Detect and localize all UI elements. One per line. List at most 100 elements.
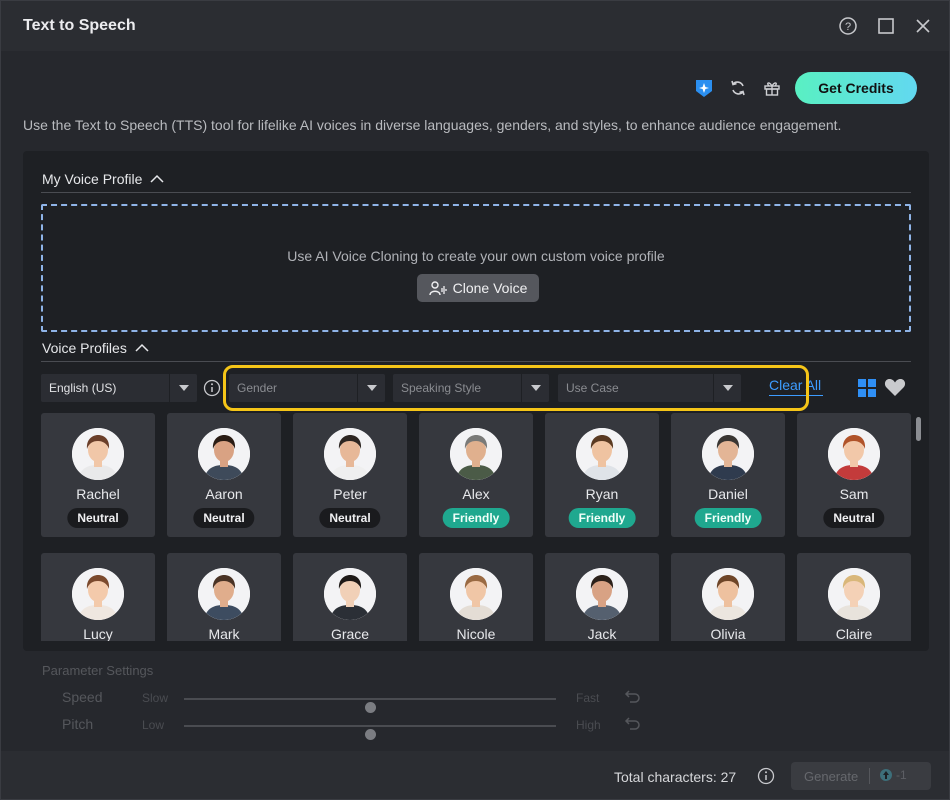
pitch-row: Pitch Low High xyxy=(62,716,662,740)
style-badge: Friendly xyxy=(442,508,510,528)
credit-icon xyxy=(880,769,892,781)
voice-card[interactable]: Alex Friendly xyxy=(419,413,533,537)
generate-button[interactable]: Generate -1 xyxy=(791,762,931,790)
style-badge: Friendly xyxy=(568,508,636,528)
style-badge: Neutral xyxy=(193,508,255,528)
voice-profiles-title: Voice Profiles xyxy=(42,340,127,356)
voice-card[interactable]: Grace xyxy=(293,553,407,641)
speed-slider[interactable] xyxy=(184,698,556,713)
voice-card[interactable]: Olivia xyxy=(671,553,785,641)
voice-name: Grace xyxy=(330,626,370,641)
svg-text:?: ? xyxy=(845,21,851,33)
chevron-up-icon xyxy=(135,343,149,352)
voice-card[interactable]: Aaron Neutral xyxy=(167,413,281,537)
voice-card[interactable]: Lucy xyxy=(41,553,155,641)
my-voice-profile-header[interactable]: My Voice Profile xyxy=(42,171,164,187)
voice-card[interactable]: Ryan Friendly xyxy=(545,413,659,537)
total-characters: Total characters: 27 xyxy=(614,769,737,785)
avatar xyxy=(702,428,754,480)
divider xyxy=(869,768,870,784)
pitch-max-label: High xyxy=(576,718,601,732)
voice-card[interactable]: Jack xyxy=(545,553,659,641)
pitch-reset-icon[interactable] xyxy=(624,716,640,733)
info-icon[interactable] xyxy=(203,379,221,402)
avatar xyxy=(576,428,628,480)
voice-name: Lucy xyxy=(83,626,113,641)
clone-voice-label: Clone Voice xyxy=(452,280,528,296)
avatar xyxy=(72,428,124,480)
voice-card[interactable]: Rachel Neutral xyxy=(41,413,155,537)
voice-name: Jack xyxy=(587,626,617,641)
voice-card[interactable]: Daniel Friendly xyxy=(671,413,785,537)
ai-sparkle-icon[interactable] xyxy=(693,77,715,99)
gift-icon[interactable] xyxy=(761,77,783,99)
parameter-settings-title: Parameter Settings xyxy=(42,663,154,678)
avatar xyxy=(324,568,376,620)
voice-name: Rachel xyxy=(76,486,120,502)
voice-grid-scrollbar[interactable] xyxy=(916,413,922,641)
speed-row: Speed Slow Fast xyxy=(62,689,662,713)
voice-name: Nicole xyxy=(456,626,496,641)
get-credits-button[interactable]: Get Credits xyxy=(795,72,917,104)
voice-name: Daniel xyxy=(708,486,748,502)
chevron-up-icon xyxy=(150,174,164,183)
voice-card[interactable]: Peter Neutral xyxy=(293,413,407,537)
avatar xyxy=(198,568,250,620)
style-badge: Friendly xyxy=(694,508,762,528)
scroll-thumb[interactable] xyxy=(916,417,921,441)
voice-name: Aaron xyxy=(205,486,243,502)
window-title: Text to Speech xyxy=(23,17,136,34)
credit-cost-value: -1 xyxy=(896,768,907,782)
tts-window: Text to Speech ? Get Credits Use the Tex… xyxy=(0,0,950,800)
voice-name: Mark xyxy=(208,626,240,641)
my-voice-profile-title: My Voice Profile xyxy=(42,171,143,187)
info-icon[interactable] xyxy=(757,767,775,790)
footer-bar: Total characters: 27 Generate -1 xyxy=(1,751,949,799)
voice-name: Ryan xyxy=(585,486,619,502)
speed-reset-icon[interactable] xyxy=(624,689,640,706)
style-badge: Neutral xyxy=(67,508,129,528)
avatar xyxy=(828,568,880,620)
favorites-heart-icon[interactable] xyxy=(884,377,906,402)
avatar xyxy=(450,428,502,480)
pitch-min-label: Low xyxy=(142,718,165,732)
help-icon[interactable]: ? xyxy=(837,15,859,37)
voice-name: Sam xyxy=(839,486,869,502)
avatar xyxy=(702,568,754,620)
avatar xyxy=(72,568,124,620)
voice-name: Claire xyxy=(835,626,873,641)
avatar xyxy=(198,428,250,480)
voice-clone-dropzone: Use AI Voice Cloning to create your own … xyxy=(41,204,911,332)
divider xyxy=(41,192,911,193)
speed-slider-handle[interactable] xyxy=(365,702,376,713)
filter-highlight xyxy=(223,365,809,411)
page-description: Use the Text to Speech (TTS) tool for li… xyxy=(23,117,842,133)
voice-name: Olivia xyxy=(710,626,746,641)
divider xyxy=(41,361,911,362)
voice-clone-icon xyxy=(428,281,447,296)
voice-name: Alex xyxy=(462,486,490,502)
grid-view-icon[interactable] xyxy=(857,378,877,403)
maximize-icon[interactable] xyxy=(875,15,897,37)
voice-profiles-header[interactable]: Voice Profiles xyxy=(42,340,149,356)
avatar xyxy=(576,568,628,620)
speed-label: Speed xyxy=(62,689,103,705)
clone-voice-button[interactable]: Clone Voice xyxy=(417,274,539,302)
dropdown-arrow-icon xyxy=(169,374,197,402)
language-value: English (US) xyxy=(49,381,117,395)
refresh-icon[interactable] xyxy=(727,77,749,99)
clone-hint: Use AI Voice Cloning to create your own … xyxy=(287,248,665,264)
pitch-slider[interactable] xyxy=(184,725,556,740)
avatar xyxy=(450,568,502,620)
speed-max-label: Fast xyxy=(576,691,600,705)
voice-card[interactable]: Nicole xyxy=(419,553,533,641)
style-badge: Neutral xyxy=(823,508,885,528)
voice-card[interactable]: Claire xyxy=(797,553,911,641)
language-select[interactable]: English (US) xyxy=(41,374,197,402)
close-icon[interactable] xyxy=(912,15,934,37)
generate-label: Generate xyxy=(804,768,859,784)
title-bar: Text to Speech ? xyxy=(1,1,949,51)
voice-card[interactable]: Sam Neutral xyxy=(797,413,911,537)
pitch-slider-handle[interactable] xyxy=(365,729,376,740)
voice-card[interactable]: Mark xyxy=(167,553,281,641)
